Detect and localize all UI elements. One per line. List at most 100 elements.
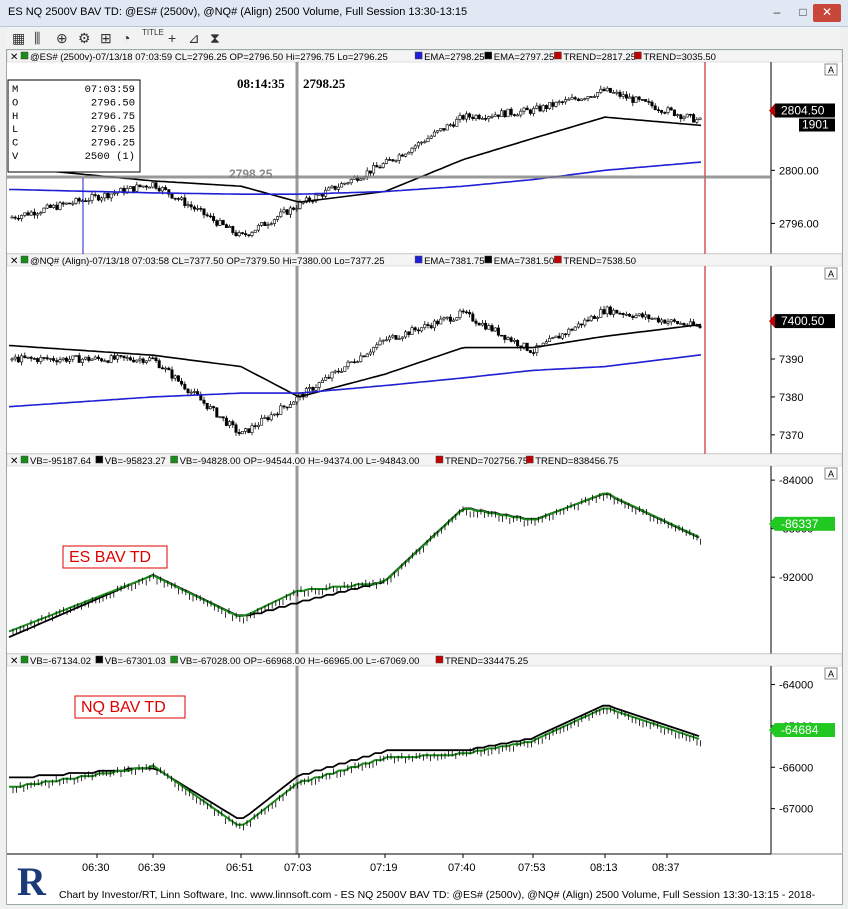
candle-body — [384, 339, 388, 342]
legend-value: TREND=838456.75 — [535, 456, 618, 467]
y-tick-label: -66000 — [779, 762, 813, 774]
candle-body — [29, 356, 33, 359]
chart-window[interactable]: ✕ @ES# (2500v)-07/13/18 07:03:59 CL=2796.… — [6, 49, 843, 905]
candle-body — [480, 322, 484, 326]
close-button[interactable]: ✕ — [813, 4, 841, 22]
bav-tag-value: -86337 — [781, 517, 819, 531]
candle-body — [442, 128, 446, 131]
candle-body — [407, 331, 411, 335]
candle-body — [448, 124, 452, 126]
candle-body — [141, 185, 145, 188]
candle-body — [333, 185, 337, 190]
candle-body — [484, 118, 488, 120]
bar-chart-icon[interactable]: ▦ — [12, 29, 25, 47]
window-title: ES NQ 2500V BAV TD: @ES# (2500v), @NQ# (… — [8, 6, 468, 18]
maximize-button[interactable]: □ — [792, 4, 814, 22]
candle-body — [608, 306, 612, 315]
candle-body — [602, 88, 606, 92]
legend-ema: EMA=2797.25 — [494, 52, 554, 63]
candle-body — [637, 96, 641, 100]
autoscale-label: A — [828, 269, 834, 279]
candle-body — [660, 110, 664, 113]
settings-gear-icon[interactable]: ⚙ — [78, 29, 91, 47]
candle-body — [266, 224, 270, 226]
candle-body — [151, 357, 155, 360]
price-tag-value: 2804.50 — [781, 104, 825, 118]
candle-body — [471, 116, 475, 119]
candle-body — [68, 202, 72, 205]
candle-body — [567, 98, 571, 101]
legend-value: VB=-67134.02 — [30, 656, 91, 667]
candle-body — [68, 358, 72, 362]
candle-body — [237, 432, 241, 435]
candle-body — [244, 428, 248, 432]
candle-body — [269, 414, 273, 421]
candle-body — [484, 322, 488, 330]
legend-swatch — [20, 655, 29, 664]
candle-body — [416, 142, 420, 147]
candle-body — [125, 357, 129, 359]
ohlc-row-key: H — [12, 111, 18, 123]
candle-body — [279, 211, 283, 217]
candle-body — [189, 391, 193, 394]
candle-body — [93, 194, 97, 196]
candle-body — [634, 96, 638, 103]
time-tick-label: 08:13 — [590, 862, 618, 874]
candle-body — [647, 314, 651, 320]
ruler-icon[interactable]: ⊞ — [100, 29, 112, 47]
crosshair-icon[interactable]: + — [168, 29, 176, 47]
candle-body — [295, 396, 299, 403]
candle-body — [544, 105, 548, 109]
candle-body — [644, 99, 648, 102]
candle-body — [439, 318, 443, 325]
candle-body — [391, 335, 395, 338]
candle-body — [336, 186, 340, 190]
candle-body — [372, 347, 376, 353]
candle-body — [554, 335, 558, 338]
candle-body — [26, 356, 30, 359]
clock-icon[interactable]: ◔ — [122, 29, 130, 47]
candle-body — [20, 215, 24, 219]
legend-swatch — [484, 51, 492, 60]
title-icon[interactable]: TITLE — [142, 28, 164, 46]
time-tick-label: 07:40 — [448, 862, 476, 874]
candle-body — [589, 96, 593, 98]
candle-body — [576, 323, 580, 328]
legend-swatch — [170, 455, 178, 464]
candle-body — [650, 318, 654, 320]
candle-body — [202, 208, 206, 216]
candlestick-icon[interactable]: ⫼ — [34, 29, 40, 47]
candle-body — [413, 327, 417, 331]
candle-body — [596, 92, 600, 97]
candle-body — [256, 225, 260, 231]
legend-swatch — [20, 51, 29, 60]
compare-icon[interactable]: ⊿ — [188, 29, 200, 47]
minimize-button[interactable]: – — [766, 4, 788, 22]
candle-body — [580, 323, 584, 326]
candle-body — [74, 355, 78, 357]
candle-body — [13, 216, 17, 219]
candle-body — [154, 357, 158, 361]
candle-body — [199, 394, 203, 401]
chart-canvas[interactable]: ✕ @ES# (2500v)-07/13/18 07:03:59 CL=2796.… — [7, 50, 842, 904]
candle-body — [308, 387, 312, 389]
candle-body — [183, 383, 187, 390]
legend-swatch — [435, 455, 444, 464]
zoom-icon[interactable]: ⊕ — [56, 29, 68, 47]
candle-body — [138, 358, 142, 361]
panel-label: ES BAV TD — [69, 549, 151, 566]
candle-body — [244, 233, 248, 236]
candle-body — [346, 182, 350, 185]
legend-trend: TREND=2817.25 — [563, 52, 636, 63]
legend-ema: EMA=7381.75 — [424, 256, 484, 267]
candle-body — [663, 112, 667, 114]
legend-swatch — [414, 51, 423, 60]
candle-body — [461, 115, 465, 120]
hourglass-icon[interactable]: ⧗ — [210, 29, 220, 47]
candle-body — [592, 315, 596, 319]
candle-body — [423, 141, 427, 144]
panel-label: NQ BAV TD — [81, 699, 166, 716]
candle-body — [55, 360, 59, 363]
candle-body — [260, 222, 264, 226]
legend-swatch — [95, 455, 104, 464]
